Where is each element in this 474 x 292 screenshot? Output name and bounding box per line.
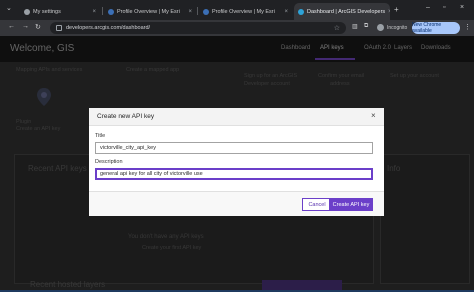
dialog-header: Create new API key ×: [89, 108, 384, 126]
close-tab-icon[interactable]: ×: [281, 9, 288, 15]
tab-search-icon[interactable]: ⌄: [6, 4, 12, 12]
tab-label: My settings: [33, 8, 61, 15]
close-tab-icon[interactable]: ×: [185, 9, 192, 15]
description-input[interactable]: general api key for all city of victorvi…: [95, 168, 373, 180]
browser-menu-icon[interactable]: ⋮: [464, 23, 471, 31]
close-tab-icon[interactable]: ×: [385, 9, 390, 15]
dialog-title: Create new API key: [97, 113, 155, 120]
cancel-button[interactable]: Cancel: [302, 198, 332, 211]
tab-dashboard[interactable]: Dashboard | ArcGIS Developers ×: [294, 3, 390, 20]
tab-profile-2[interactable]: Profile Overview | My Esri ×: [199, 3, 292, 20]
dialog-footer: Cancel Create API key: [89, 191, 384, 216]
update-chrome-button[interactable]: New Chrome available: [412, 22, 460, 34]
maximize-icon[interactable]: ▫: [443, 4, 445, 11]
close-window-icon[interactable]: ×: [460, 4, 464, 11]
new-tab-icon[interactable]: +: [394, 5, 399, 14]
reload-icon[interactable]: ↻: [35, 23, 41, 31]
arcgis-favicon-icon: [298, 8, 304, 15]
close-icon[interactable]: ×: [371, 111, 376, 120]
sidebar-icon[interactable]: ▥: [352, 23, 358, 30]
bookmark-star-icon[interactable]: ☆: [334, 24, 340, 32]
incognito-indicator[interactable]: Incognito: [377, 24, 407, 31]
esri-favicon-icon: [203, 8, 209, 15]
back-icon[interactable]: ←: [8, 23, 15, 30]
tab-label: Profile Overview | My Esri: [212, 8, 275, 15]
create-api-key-dialog: Create new API key × Title victorville_c…: [89, 108, 384, 216]
browser-window: ⌄ My settings × Profile Overview | My Es…: [0, 0, 474, 292]
description-label: Description: [95, 159, 123, 165]
title-label: Title: [95, 133, 106, 139]
forward-icon[interactable]: →: [22, 23, 29, 30]
address-bar[interactable]: developers.arcgis.com/dashboard/ ☆: [50, 22, 346, 34]
create-api-key-button[interactable]: Create API key: [329, 198, 373, 211]
esri-favicon-icon: [108, 8, 114, 15]
tab-my-settings[interactable]: My settings ×: [20, 3, 100, 20]
extensions-icon[interactable]: ⧉: [364, 23, 368, 30]
tab-profile-1[interactable]: Profile Overview | My Esri ×: [104, 3, 196, 20]
url-text: developers.arcgis.com/dashboard/: [66, 25, 151, 31]
browser-toolbar: ← → ↻ developers.arcgis.com/dashboard/ ☆…: [0, 20, 474, 36]
minimize-icon[interactable]: –: [426, 4, 430, 11]
site-info-icon[interactable]: [56, 25, 62, 31]
settings-favicon-icon: [24, 8, 30, 15]
close-tab-icon[interactable]: ×: [89, 9, 96, 15]
tab-strip: ⌄ My settings × Profile Overview | My Es…: [0, 0, 474, 20]
incognito-label: Incognito: [387, 24, 408, 31]
tab-label: Profile Overview | My Esri: [117, 8, 180, 15]
title-input[interactable]: victorville_city_api_key: [95, 142, 373, 154]
tab-label: Dashboard | ArcGIS Developers: [307, 8, 386, 15]
incognito-icon: [377, 24, 384, 31]
